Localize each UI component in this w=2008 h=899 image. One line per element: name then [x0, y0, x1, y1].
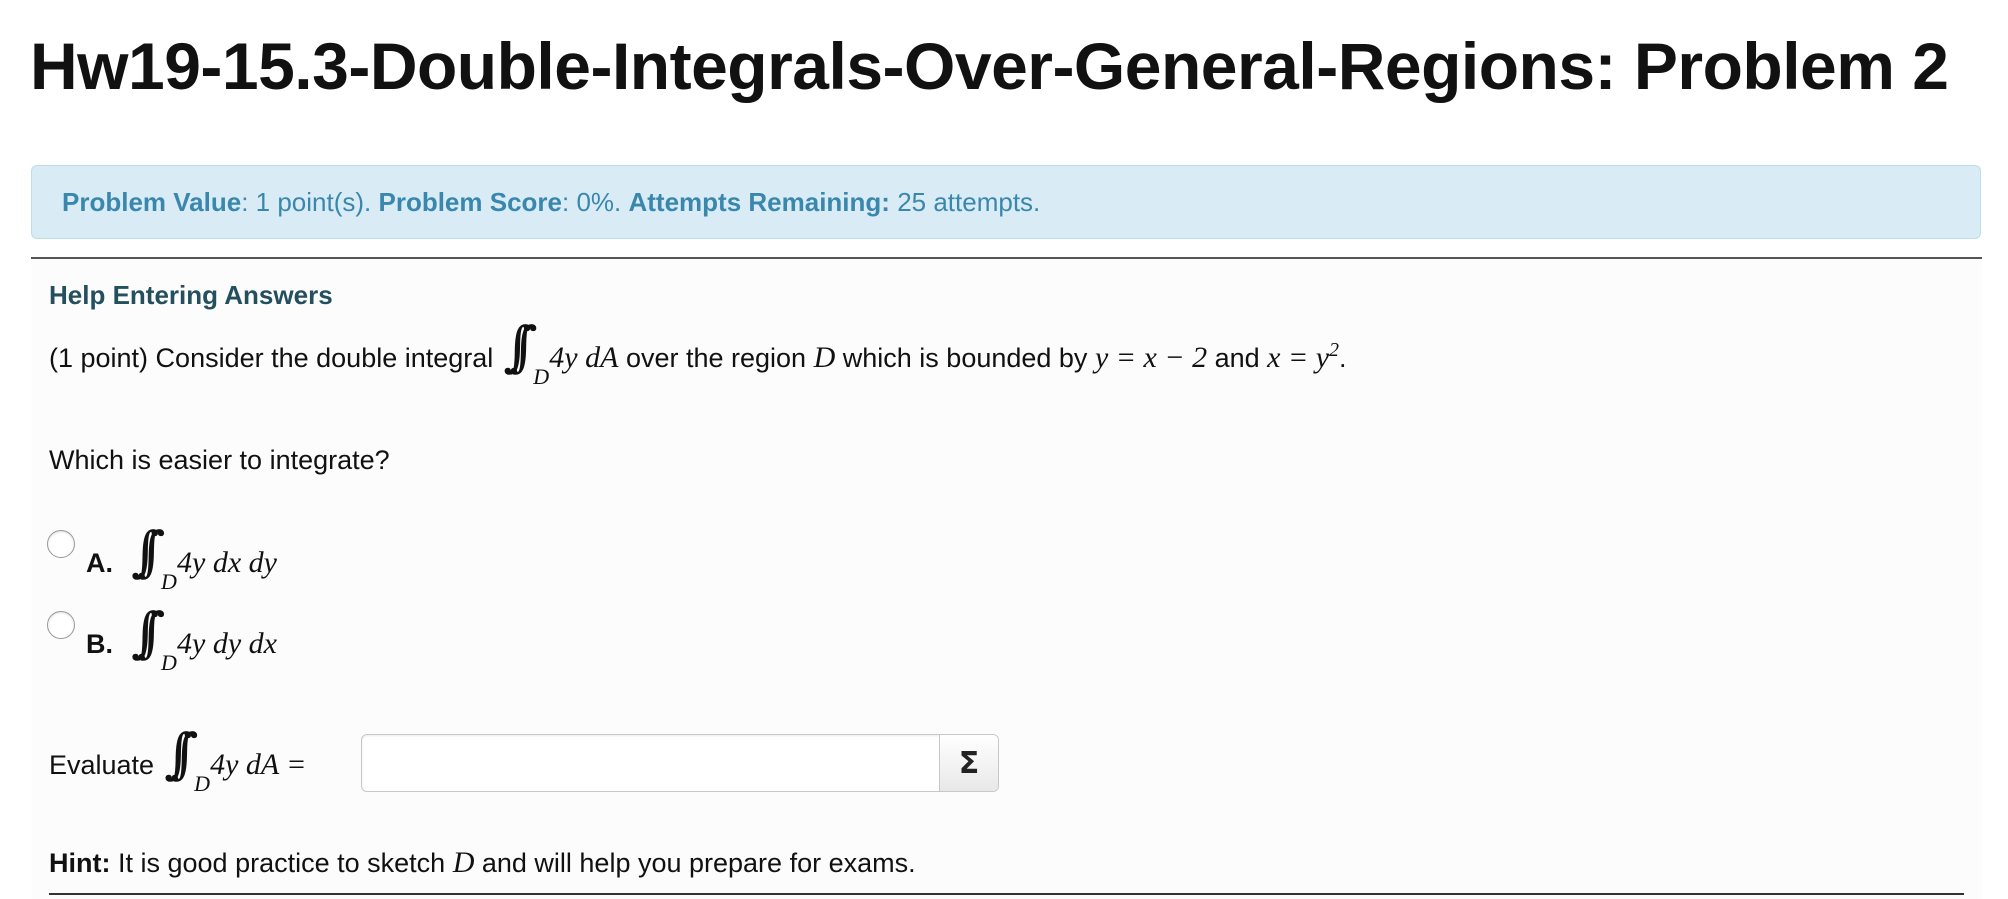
- option-b-label: B.: [86, 628, 113, 659]
- attempts-remaining-label: Attempts Remaining:: [628, 186, 890, 217]
- double-integral-symbol: ∫∫ D: [503, 315, 550, 390]
- sigma-icon: Σ: [958, 745, 980, 781]
- problem-info-banner: Problem Value : 1 point(s). Problem Scor…: [31, 165, 1981, 239]
- integral-subscript: D: [533, 364, 550, 389]
- option-b-radio[interactable]: [47, 611, 75, 639]
- option-a-radio[interactable]: [47, 530, 75, 558]
- problem-value-text: : 1 point(s).: [241, 186, 372, 217]
- double-integral-symbol: ∫∫ D: [131, 601, 177, 676]
- double-integral-symbol: ∫∫ D: [164, 722, 210, 797]
- intro-text: (1 point) Consider the double integral: [49, 342, 494, 373]
- equation-editor-button[interactable]: Σ: [939, 735, 998, 791]
- answer-field[interactable]: Σ: [361, 734, 999, 792]
- option-b-integrand: 4y dy dx: [177, 627, 277, 660]
- hint-pre: It is good practice to sketch: [118, 847, 446, 878]
- option-a[interactable]: A. ∫∫ D 4y dx dy: [86, 520, 277, 595]
- evaluate-row: Evaluate ∫∫ D 4y dA =: [49, 722, 307, 797]
- integral-subscript: D: [161, 650, 177, 675]
- attempts-remaining-text: 25 attempts.: [897, 186, 1041, 217]
- evaluate-text: Evaluate: [49, 749, 155, 780]
- hint-label: Hint:: [49, 847, 111, 878]
- evaluate-integrand: 4y dA =: [210, 748, 307, 781]
- and-text: and: [1214, 342, 1260, 373]
- page-title: Hw19-15.3-Double-Integrals-Over-General-…: [30, 29, 1949, 103]
- option-a-label: A.: [86, 547, 113, 578]
- question-text: Which is easier to integrate?: [49, 442, 390, 478]
- integral-subscript: D: [161, 569, 177, 594]
- question-label: Which is easier to integrate?: [49, 444, 390, 475]
- boundary-equation-2-exponent: 2: [1329, 338, 1340, 361]
- bottom-divider: [49, 893, 1964, 895]
- statement-period: .: [1339, 342, 1347, 373]
- problem-statement: (1 point) Consider the double integral ∫…: [49, 315, 1347, 390]
- problem-score-text: : 0%.: [562, 186, 622, 217]
- double-integral-symbol: ∫∫ D: [131, 520, 177, 595]
- region-variable: D: [813, 341, 836, 374]
- hint-variable: D: [452, 846, 475, 879]
- hint-post: and will help you prepare for exams.: [481, 847, 916, 878]
- problem-value-label: Problem Value: [62, 186, 242, 217]
- answer-input[interactable]: [362, 735, 942, 791]
- option-a-integrand: 4y dx dy: [177, 546, 277, 579]
- region-text: over the region: [625, 342, 807, 373]
- boundary-equation-1: y = x − 2: [1094, 341, 1208, 374]
- help-entering-answers-link[interactable]: Help Entering Answers: [49, 280, 333, 311]
- hint-text: Hint: It is good practice to sketch D an…: [49, 845, 916, 881]
- problem-score-label: Problem Score: [378, 186, 562, 217]
- integral-subscript: D: [194, 771, 210, 796]
- boundary-equation-2: x = y: [1267, 341, 1330, 374]
- bounded-text: which is bounded by: [842, 342, 1088, 373]
- integrand-expression: 4y dA: [549, 341, 619, 374]
- option-b[interactable]: B. ∫∫ D 4y dy dx: [86, 601, 277, 676]
